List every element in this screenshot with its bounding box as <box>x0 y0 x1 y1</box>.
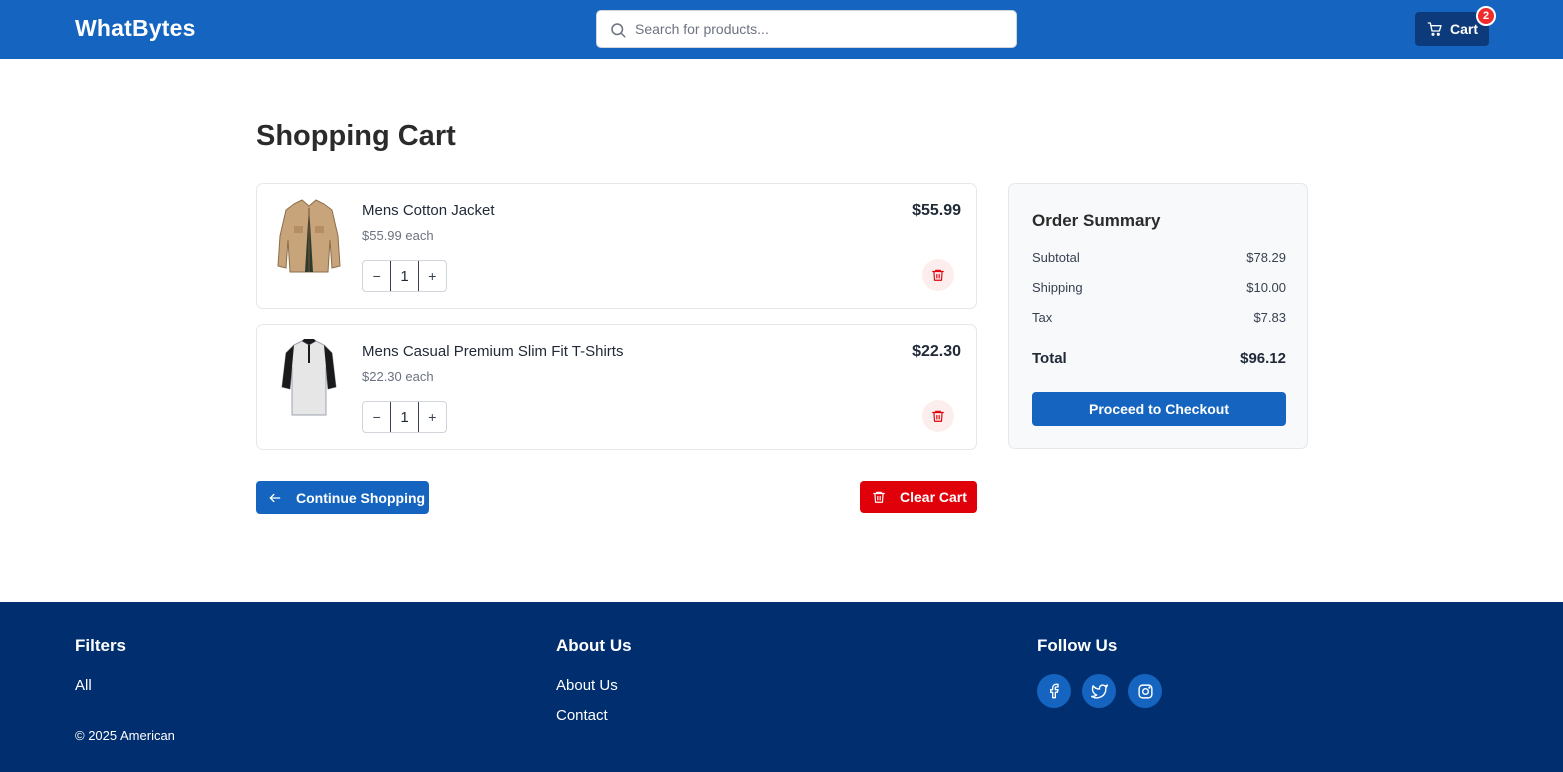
increase-quantity-button[interactable]: + <box>419 402 446 432</box>
footer: Filters All © 2025 American About Us Abo… <box>0 602 1563 772</box>
jacket-image <box>277 199 341 273</box>
item-name: Mens Cotton Jacket <box>362 202 495 219</box>
cart-count-badge: 2 <box>1476 6 1496 26</box>
decrease-quantity-button[interactable]: − <box>363 261 390 291</box>
item-unit-price: $55.99 each <box>362 228 434 243</box>
total-row: Total $96.12 <box>1032 350 1286 367</box>
logo[interactable]: WhatBytes <box>75 15 196 42</box>
twitter-icon <box>1090 683 1108 699</box>
footer-about-heading: About Us <box>556 636 632 655</box>
subtotal-label: Subtotal <box>1032 250 1080 265</box>
quantity-stepper: − 1 + <box>362 260 447 292</box>
remove-item-button[interactable] <box>922 400 954 432</box>
tax-value: $7.83 <box>1253 310 1286 325</box>
footer-about-link[interactable]: About Us <box>556 677 618 694</box>
subtotal-row: Subtotal $78.29 <box>1032 250 1286 265</box>
search-icon <box>611 23 626 38</box>
quantity-stepper: − 1 + <box>362 401 447 433</box>
copyright-text: © 2025 American <box>75 728 175 743</box>
search-input[interactable] <box>635 11 1005 47</box>
increase-quantity-button[interactable]: + <box>419 261 446 291</box>
order-summary-panel: Order Summary Subtotal $78.29 Shipping $… <box>1008 183 1308 449</box>
shipping-value: $10.00 <box>1246 280 1286 295</box>
page-title: Shopping Cart <box>256 120 456 152</box>
header: WhatBytes Cart 2 <box>0 0 1563 59</box>
shipping-label: Shipping <box>1032 280 1083 295</box>
tshirt-image <box>281 339 337 416</box>
subtotal-value: $78.29 <box>1246 250 1286 265</box>
cart-item: Mens Casual Premium Slim Fit T-Shirts $2… <box>256 324 977 450</box>
cart-icon <box>1427 22 1442 36</box>
facebook-icon <box>1050 683 1059 699</box>
shipping-row: Shipping $10.00 <box>1032 280 1286 295</box>
twitter-link[interactable] <box>1082 674 1116 708</box>
trash-icon <box>932 410 944 422</box>
facebook-link[interactable] <box>1037 674 1071 708</box>
arrow-left-icon <box>269 493 281 502</box>
trash-icon <box>932 269 944 281</box>
total-label: Total <box>1032 350 1067 367</box>
total-value: $96.12 <box>1240 350 1286 367</box>
checkout-button[interactable]: Proceed to Checkout <box>1032 392 1286 426</box>
clear-cart-label: Clear Cart <box>900 489 967 505</box>
decrease-quantity-button[interactable]: − <box>363 402 390 432</box>
trash-icon <box>873 491 885 503</box>
tax-row: Tax $7.83 <box>1032 310 1286 325</box>
clear-cart-button[interactable]: Clear Cart <box>860 481 977 513</box>
footer-follow-heading: Follow Us <box>1037 636 1118 655</box>
footer-filters-heading: Filters <box>75 636 127 655</box>
quantity-value: 1 <box>390 402 419 432</box>
order-summary-title: Order Summary <box>1032 211 1161 230</box>
item-total-price: $55.99 <box>912 202 961 219</box>
search-bar[interactable] <box>596 10 1017 48</box>
cart-item: Mens Cotton Jacket $55.99 each $55.99 − … <box>256 183 977 309</box>
cart-label: Cart <box>1450 21 1479 37</box>
footer-filter-all-link[interactable]: All <box>75 677 92 694</box>
remove-item-button[interactable] <box>922 259 954 291</box>
item-total-price: $22.30 <box>912 343 961 360</box>
continue-shopping-label: Continue Shopping <box>296 489 426 506</box>
instagram-link[interactable] <box>1128 674 1162 708</box>
item-unit-price: $22.30 each <box>362 369 434 384</box>
continue-shopping-button[interactable]: Continue Shopping <box>256 481 429 514</box>
footer-contact-link[interactable]: Contact <box>556 707 608 724</box>
quantity-value: 1 <box>390 261 419 291</box>
tax-label: Tax <box>1032 310 1053 325</box>
item-name: Mens Casual Premium Slim Fit T-Shirts <box>362 343 624 360</box>
instagram-icon <box>1137 683 1153 699</box>
